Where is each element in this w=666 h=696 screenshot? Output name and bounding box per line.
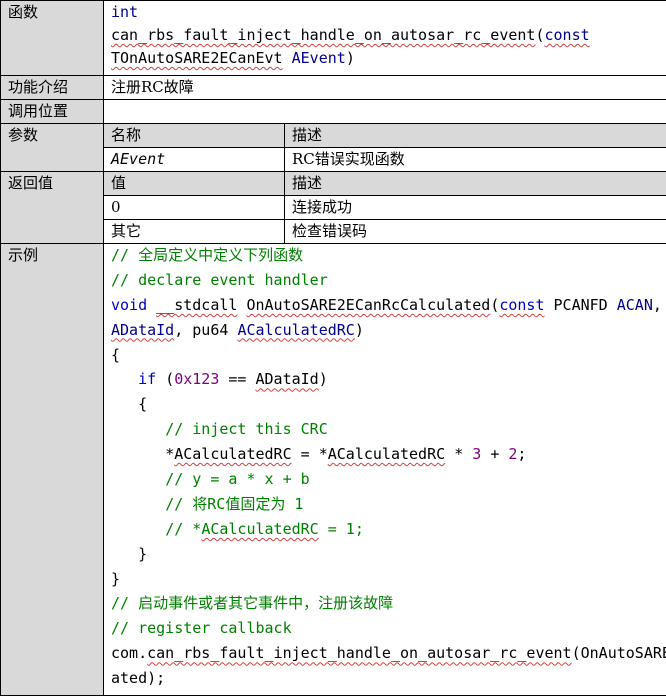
code-token: ACAN	[616, 295, 653, 314]
code-line: if (0x123 == ADataId)	[111, 368, 666, 393]
label-example: 示例	[0, 243, 104, 696]
label-location: 调用位置	[0, 99, 104, 124]
label-returns: 返回值	[0, 171, 104, 244]
code-token: can_rbs_fault_inject_handle_on_autosar_r…	[147, 644, 572, 663]
code-token: // y = a * x + b	[165, 470, 310, 489]
code-token: }	[138, 544, 148, 563]
row-intro: 功能介绍 注册RC故障	[0, 75, 666, 100]
code-token: 3	[472, 445, 482, 464]
code-line: ated);	[111, 669, 166, 688]
param-type: TOnAutoSARE2ECanEvt	[111, 49, 283, 67]
code-token: ,	[652, 295, 662, 314]
code-token: // 将RC值固定为 1	[165, 494, 304, 513]
row-example: 示例 // 全局定义中定义下列函数 // declare event handle…	[0, 243, 666, 696]
code-token: com.	[111, 644, 148, 663]
row-function: 函数 int can_rbs_fault_inject_handle_on_au…	[0, 0, 666, 76]
row-location: 调用位置	[0, 99, 666, 124]
code-line: // declare event handler	[111, 270, 328, 289]
location-value	[102, 99, 666, 124]
return-item-value: 0	[103, 195, 285, 220]
code-token: if	[138, 370, 157, 389]
code-token: void	[111, 295, 148, 314]
code-line: // register callback	[111, 619, 292, 638]
code-token: ==	[228, 370, 247, 389]
code-token: {	[138, 395, 148, 414]
code-line: // 启动事件或者其它事件中，注册该故障	[111, 594, 394, 613]
code-line: com.can_rbs_fault_inject_handle_on_autos…	[111, 642, 666, 667]
param-name: AEvent	[291, 49, 346, 67]
code-token: ACalculatedRC	[237, 320, 355, 339]
params-col-name: 名称	[103, 123, 285, 148]
code-token: ACalculatedRC	[327, 445, 446, 464]
code-token: ADataId	[255, 370, 319, 389]
sig-close-paren: )	[345, 49, 355, 67]
label-function: 函数	[0, 0, 104, 76]
code-token: pu64	[192, 320, 229, 339]
return-item-desc: 检查错误码	[283, 219, 666, 244]
code-token: ;	[517, 445, 527, 464]
code-token: (	[165, 370, 175, 389]
return-type: int	[111, 3, 139, 21]
function-signature: int can_rbs_fault_inject_handle_on_autos…	[102, 0, 666, 76]
code-token: OnAutoSARE2ECanRcCalculated	[246, 295, 491, 314]
example-code: // 全局定义中定义下列函数 // declare event handler vo…	[102, 243, 666, 696]
code-token: // *	[165, 519, 202, 538]
code-token: )	[318, 370, 328, 389]
code-token: (	[490, 295, 500, 314]
param-item-name: AEvent	[103, 147, 285, 172]
row-returns-header: 返回值 值 描述	[0, 171, 666, 244]
code-token: const	[499, 295, 545, 314]
code-line: *ACalculatedRC = *ACalculatedRC * 3 + 2;	[111, 443, 666, 468]
code-line: }	[111, 569, 121, 588]
code-token: )	[354, 320, 364, 339]
code-token: ACalculatedRC	[201, 519, 319, 538]
label-intro: 功能介绍	[0, 75, 104, 100]
function-name: can_rbs_fault_inject_handle_on_autosar_r…	[111, 26, 536, 44]
code-token: *	[318, 445, 328, 464]
code-line: // 将RC值固定为 1	[111, 493, 666, 518]
code-token: // inject this CRC	[165, 420, 328, 439]
code-line: {	[111, 345, 121, 364]
code-token: +	[490, 445, 500, 464]
param-item-desc: RC错误实现函数	[283, 147, 666, 172]
code-token: __stdcall	[156, 295, 238, 314]
label-params: 参数	[0, 123, 104, 172]
code-token: *	[165, 445, 175, 464]
code-token: *	[454, 445, 464, 464]
code-line: // 全局定义中定义下列函数	[111, 246, 304, 264]
row-params-header: 参数 名称 描述	[0, 123, 666, 172]
return-item-value: 其它	[103, 219, 285, 244]
code-line: void __stdcall OnAutoSARE2ECanRcCalculat…	[111, 294, 666, 319]
sig-const: const	[544, 26, 590, 44]
code-token: PCANFD	[553, 295, 608, 314]
code-token: ACalculatedRC	[174, 445, 292, 464]
returns-col-value: 值	[103, 171, 285, 196]
code-line: {	[111, 393, 666, 418]
code-line: // y = a * x + b	[111, 468, 666, 493]
code-line: ADataId, pu64 ACalculatedRC)	[111, 320, 364, 339]
return-item-desc: 连接成功	[283, 195, 666, 220]
code-token: =	[300, 445, 310, 464]
function-doc-table: 函数 int can_rbs_fault_inject_handle_on_au…	[0, 0, 666, 696]
params-col-desc: 描述	[283, 123, 666, 148]
intro-value: 注册RC故障	[102, 75, 666, 100]
code-line: // inject this CRC	[111, 418, 666, 443]
code-token: = 1;	[318, 519, 364, 538]
code-token: 0x123	[174, 370, 220, 389]
code-token: ADataId	[111, 320, 175, 339]
code-line: }	[111, 543, 666, 568]
returns-col-desc: 描述	[283, 171, 666, 196]
code-line: // *ACalculatedRC = 1;	[111, 518, 666, 543]
code-token: (OnAutoSARE2ECanRcCalcul	[571, 644, 666, 663]
